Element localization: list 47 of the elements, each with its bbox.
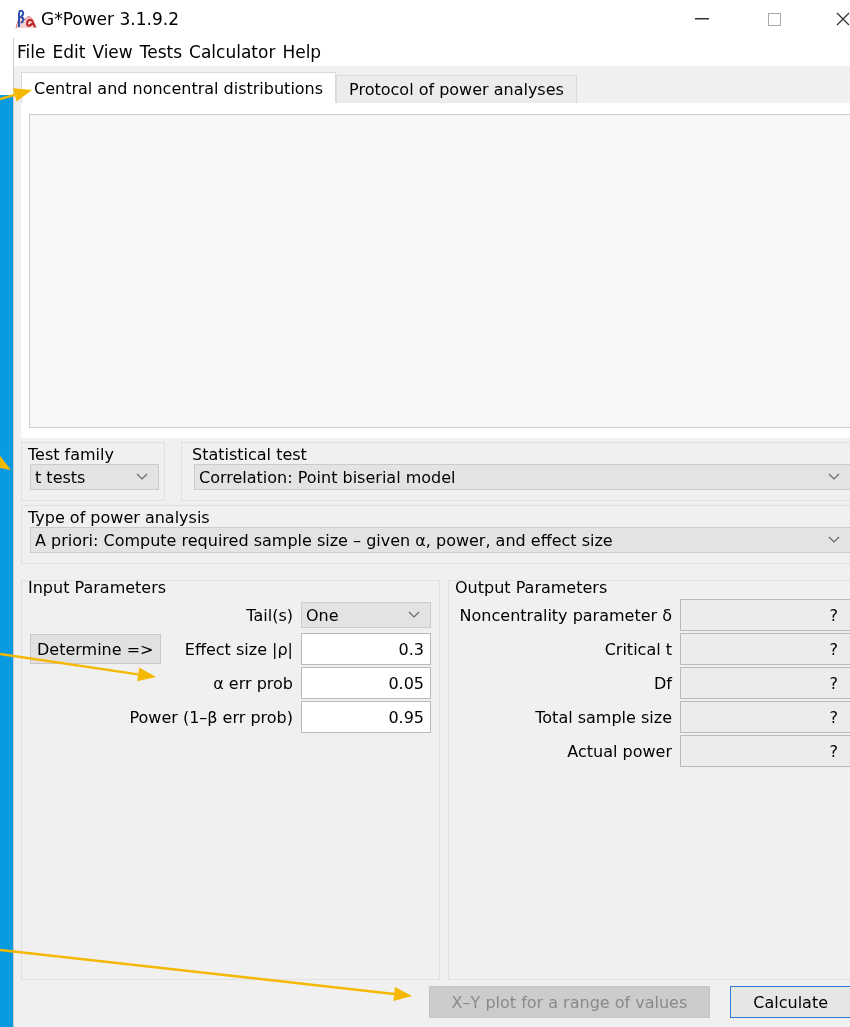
output-field: ? [680, 701, 850, 733]
minimize-icon [695, 18, 709, 20]
menu-item[interactable]: Edit [52, 42, 86, 62]
determine-button[interactable]: Determine => [30, 634, 161, 664]
output-field: ? [680, 633, 850, 665]
menu-item[interactable]: View [92, 42, 133, 62]
output-field: ? [680, 735, 850, 767]
chevron-down-icon [828, 473, 840, 481]
menu-item[interactable]: Calculator [189, 42, 276, 62]
maximize-icon [767, 12, 781, 26]
chevron-down-icon [828, 536, 840, 544]
group-label: Input Parameters [28, 578, 168, 598]
parameter-label: Power (1–β err prob) [129, 707, 293, 727]
app-logo-icon [15, 8, 37, 30]
close-icon [836, 12, 850, 26]
group-label: Test family [28, 445, 115, 464]
parameter-label: Effect size |ρ| [184, 639, 293, 659]
input-field[interactable]: 0.95 [301, 701, 431, 733]
annotation-arrow [0, 454, 11, 470]
analysis-type-dropdown[interactable]: A priori: Compute required sample size – given α, power, and effect size [30, 527, 850, 553]
tails-dropdown[interactable]: One [301, 602, 431, 628]
input-field[interactable]: 0.05 [301, 667, 431, 699]
parameter-label: α err prob [213, 673, 293, 693]
group-label: Statistical test [192, 445, 308, 464]
group-label: Type of power analysis [28, 508, 211, 527]
parameter-label: Actual power [567, 741, 672, 761]
tab[interactable]: Central and noncentral distributions [21, 72, 337, 103]
output-field: ? [680, 667, 850, 699]
menu-item[interactable]: File [17, 42, 46, 62]
menu-item[interactable]: Help [282, 42, 322, 62]
parameter-label: Total sample size [535, 707, 672, 727]
parameter-label: Df [654, 673, 672, 693]
group-label: Output Parameters [455, 578, 609, 598]
output-field: ? [680, 599, 850, 631]
annotation-arrow [0, 88, 32, 102]
parameter-label: Tail(s) [246, 605, 293, 625]
chevron-down-icon [408, 611, 420, 619]
test-family-dropdown[interactable]: t tests [30, 464, 159, 490]
input-field[interactable]: 0.3 [301, 633, 431, 665]
menu-item[interactable]: Tests [139, 42, 183, 62]
statistical-test-dropdown[interactable]: Correlation: Point biserial model [194, 464, 850, 490]
chevron-down-icon [136, 473, 148, 481]
window-title: G*Power 3.1.9.2 [41, 9, 180, 29]
tab[interactable]: Protocol of power analyses [336, 75, 577, 103]
parameter-label: Critical t [604, 639, 672, 659]
parameter-label: Noncentrality parameter δ [459, 605, 672, 625]
action-button[interactable]: Calculate [730, 986, 850, 1018]
